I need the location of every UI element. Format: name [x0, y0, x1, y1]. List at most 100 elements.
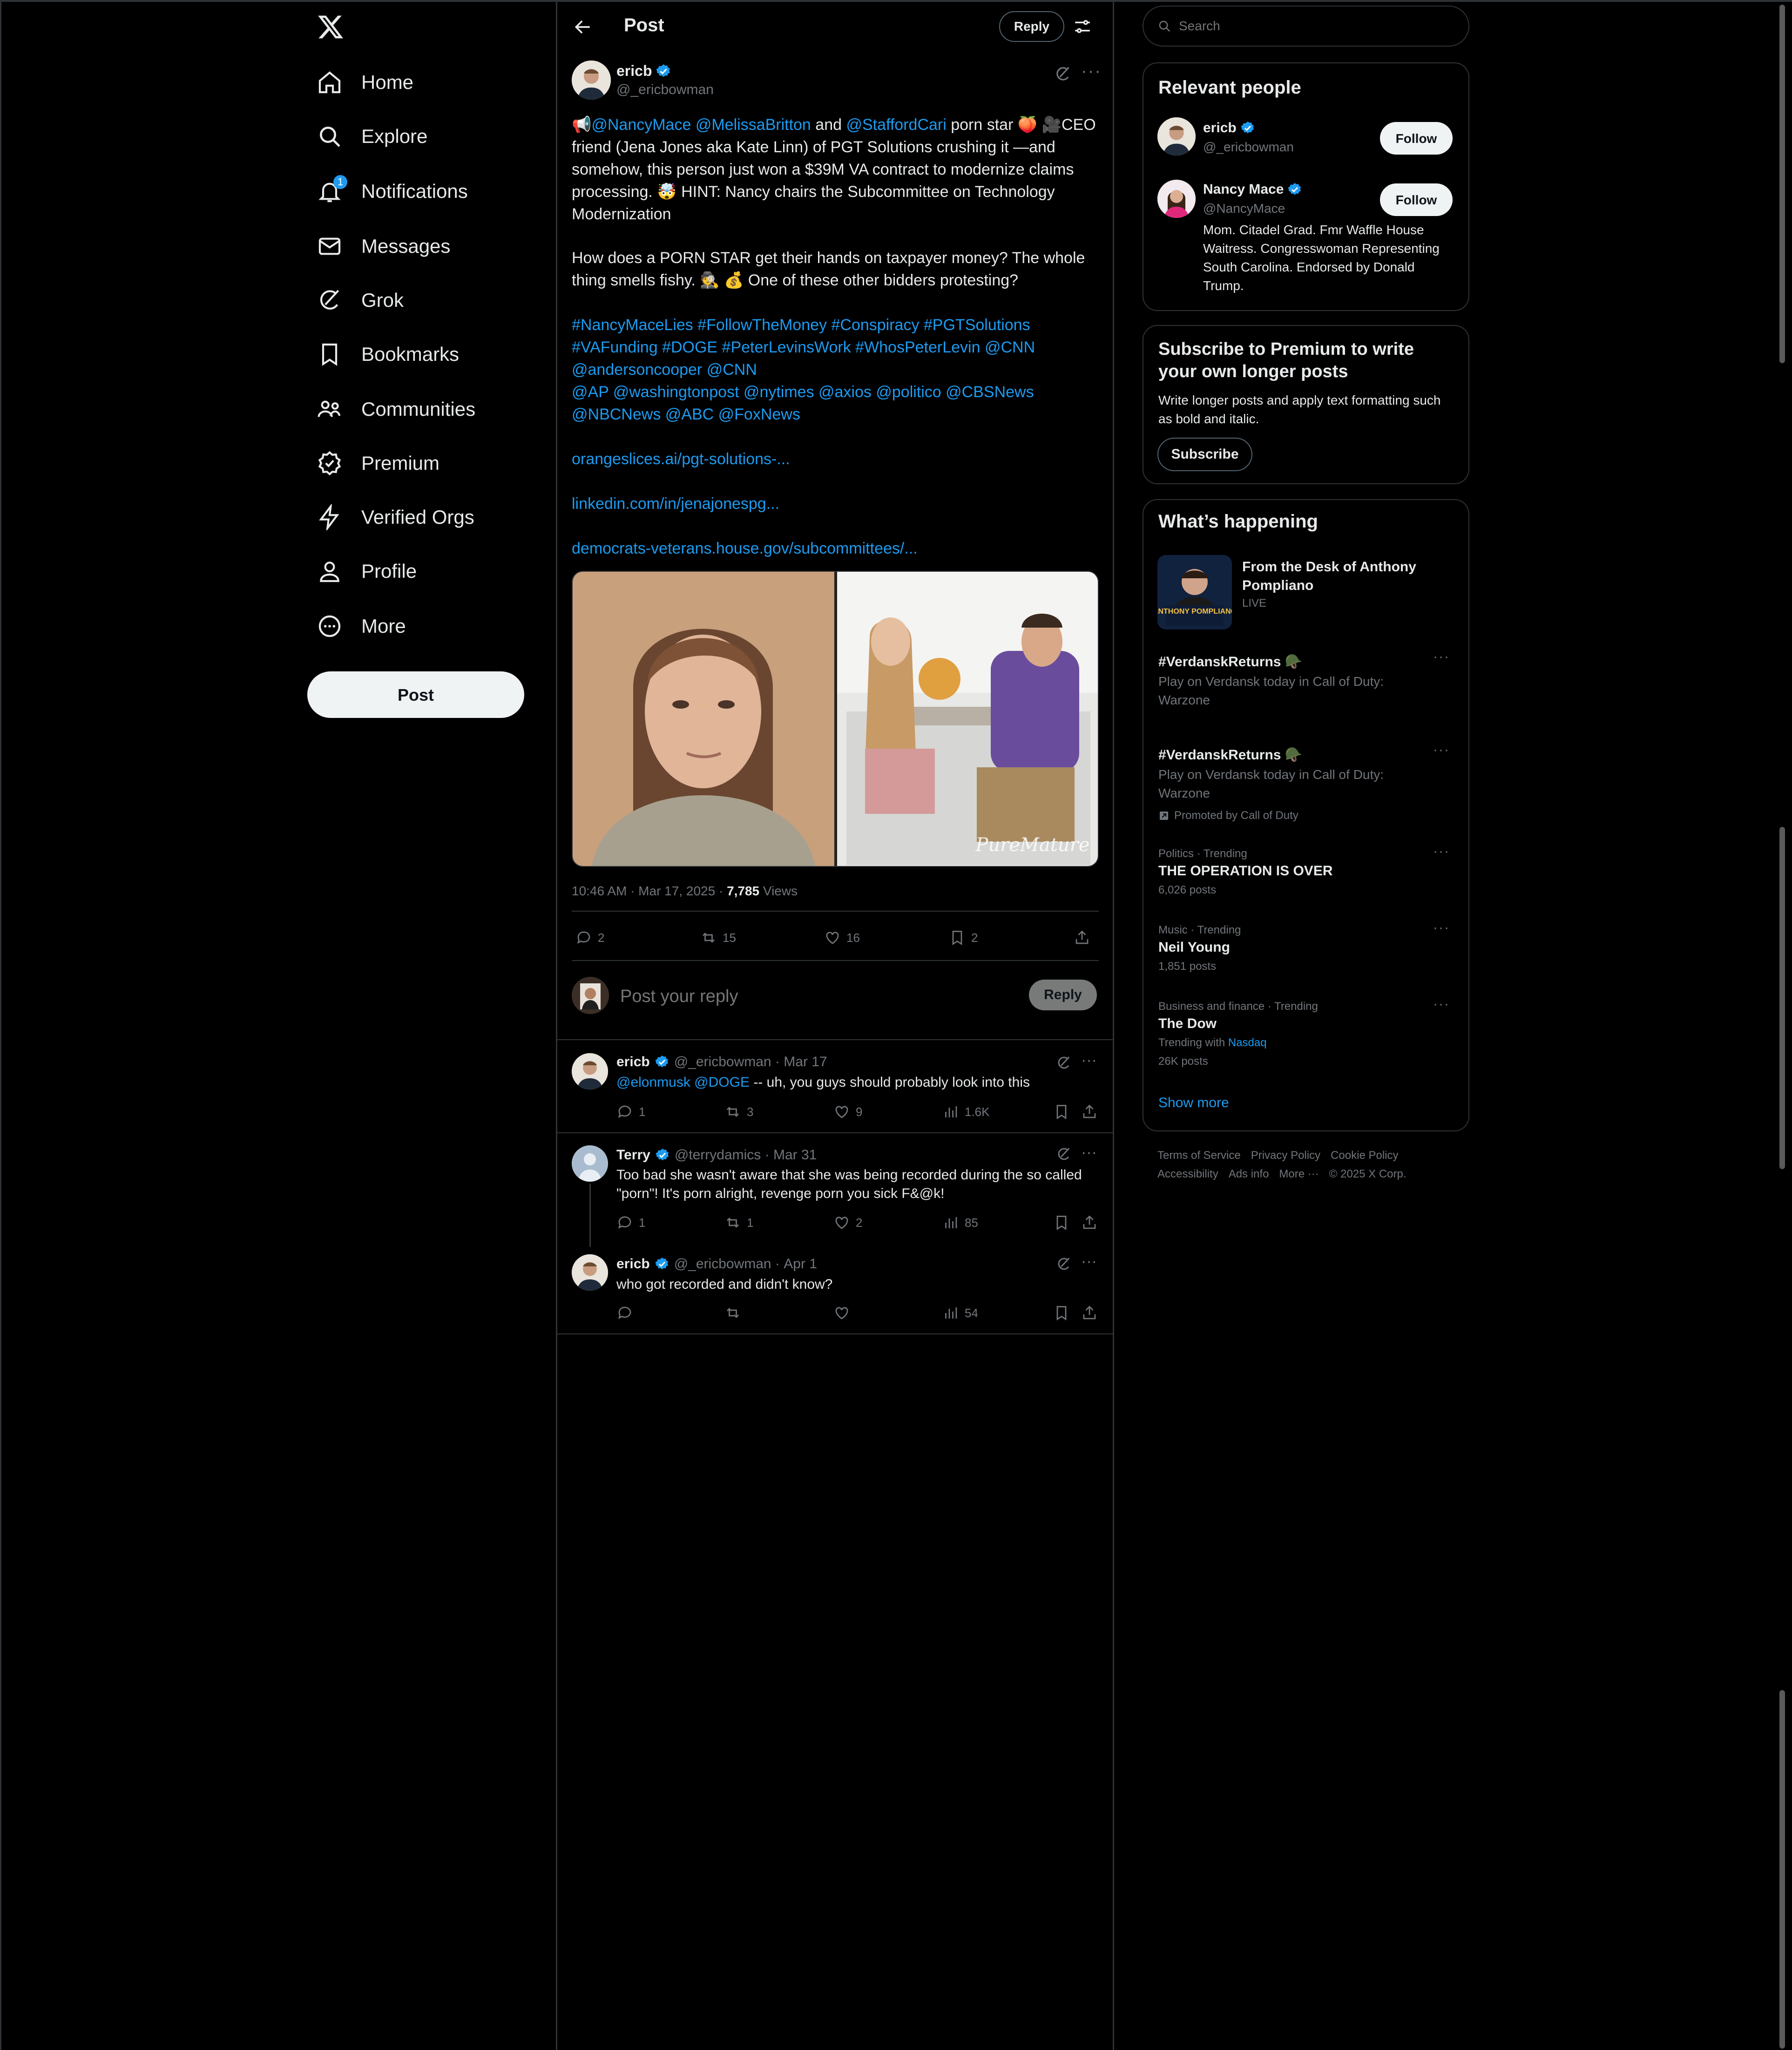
media-image-portrait[interactable]	[573, 572, 834, 866]
search-input[interactable]	[1178, 18, 1450, 34]
hashtag-line[interactable]: #VAFunding #DOGE #PeterLevinsWork #WhosP…	[572, 336, 1112, 359]
reply-time[interactable]: Mar 17	[784, 1054, 827, 1070]
hashtag-line[interactable]: #NancyMaceLies #FollowTheMoney #Conspira…	[572, 314, 1112, 336]
post-button[interactable]: Post	[307, 671, 524, 718]
reply-author-name[interactable]: Terry	[616, 1147, 650, 1163]
post-link-3[interactable]: democrats-veterans.house.gov/subcommitte…	[572, 537, 918, 560]
footer-link[interactable]: Accessibility	[1157, 1168, 1218, 1181]
bookmark-action[interactable]	[1053, 1305, 1075, 1321]
person-name-row[interactable]: Nancy Mace	[1203, 182, 1302, 197]
x-logo[interactable]	[317, 13, 345, 41]
trend-more-button[interactable]: ···	[1433, 742, 1450, 758]
like-action[interactable]: 16	[824, 929, 860, 946]
views-action[interactable]: 85	[942, 1214, 978, 1231]
hashtag-line[interactable]: @andersoncooper @CNN	[572, 359, 1112, 381]
reply-more-button[interactable]: ···	[1081, 1252, 1097, 1271]
repost-action[interactable]: 15	[700, 929, 736, 946]
reply-action[interactable]: 1	[616, 1103, 645, 1120]
trend-more-button[interactable]: ···	[1433, 996, 1450, 1012]
follow-button[interactable]: Follow	[1380, 122, 1453, 155]
person-avatar[interactable]	[1157, 117, 1196, 156]
like-action[interactable]: 2	[833, 1214, 862, 1231]
nav-messages[interactable]: Messages	[317, 221, 450, 272]
post-link-1[interactable]: orangeslices.ai/pgt-solutions-...	[572, 448, 790, 470]
nav-premium[interactable]: Premium	[317, 438, 440, 489]
bookmark-action[interactable]	[1053, 1103, 1075, 1120]
views-action[interactable]: 1.6K	[942, 1103, 990, 1120]
scrollbar-thumb-middle[interactable]	[1779, 827, 1785, 1169]
footer-link[interactable]: Terms of Service	[1157, 1149, 1241, 1162]
share-action[interactable]	[1081, 1214, 1103, 1231]
grok-explain-button[interactable]	[1056, 1256, 1072, 1272]
live-thumbnail[interactable]: ANTHONY POMPLIANO	[1157, 555, 1232, 629]
reply-author-name[interactable]: ericb	[616, 1256, 650, 1272]
trend-more-button[interactable]: ···	[1433, 649, 1450, 665]
grok-explain-button[interactable]	[1056, 1146, 1072, 1162]
nav-grok[interactable]: Grok	[317, 275, 404, 326]
follow-button[interactable]: Follow	[1380, 183, 1453, 216]
trend-with-link[interactable]: Nasdaq	[1228, 1036, 1267, 1049]
footer-link[interactable]: Cookie Policy	[1331, 1149, 1398, 1162]
reply-action[interactable]	[616, 1305, 639, 1321]
settings-button[interactable]	[1073, 17, 1092, 36]
reply-avatar[interactable]	[572, 1254, 608, 1291]
reply-author-name[interactable]: ericb	[616, 1054, 650, 1070]
like-action[interactable]	[833, 1305, 856, 1321]
nav-explore[interactable]: Explore	[317, 111, 427, 162]
post-more-button[interactable]: ···	[1081, 61, 1102, 81]
bookmark-action[interactable]	[1053, 1214, 1075, 1231]
nav-communities[interactable]: Communities	[317, 384, 475, 435]
subscribe-button[interactable]: Subscribe	[1157, 438, 1252, 471]
reply-avatar[interactable]	[572, 1053, 608, 1089]
footer-link[interactable]: Privacy Policy	[1251, 1149, 1320, 1162]
reply-action[interactable]: 2	[575, 929, 604, 946]
post-hashtags[interactable]: #NancyMaceLies #FollowTheMoney #Conspira…	[572, 314, 1112, 426]
nav-verified-orgs[interactable]: Verified Orgs	[317, 492, 474, 543]
author-handle[interactable]: @_ericbowman	[616, 82, 714, 98]
reply-avatar[interactable]	[572, 1145, 608, 1182]
scrollbar-thumb-bottom[interactable]	[1779, 1690, 1785, 2049]
media-image-scene[interactable]: PureMature	[837, 572, 1098, 866]
reply-handle[interactable]: @_ericbowman	[674, 1256, 771, 1272]
share-action[interactable]	[1081, 1305, 1103, 1321]
reply-more-button[interactable]: ···	[1081, 1051, 1097, 1069]
grok-explain-button[interactable]	[1054, 65, 1072, 83]
hashtag-line[interactable]: @AP @washingtonpost @nytimes @axios @pol…	[572, 381, 1112, 403]
my-avatar[interactable]	[572, 977, 609, 1014]
reply-time[interactable]: Mar 31	[773, 1147, 817, 1163]
reply-handle[interactable]: @_ericbowman	[674, 1054, 771, 1070]
reply-handle[interactable]: @terrydamics	[675, 1147, 761, 1163]
share-action[interactable]	[1081, 1103, 1103, 1120]
search-box[interactable]	[1143, 6, 1469, 47]
live-title[interactable]: From the Desk of Anthony Pompliano	[1242, 558, 1461, 595]
show-more-link[interactable]: Show more	[1158, 1095, 1229, 1111]
nav-notifications[interactable]: 1 Notifications	[317, 166, 468, 217]
scrollbar-thumb-top[interactable]	[1779, 5, 1785, 363]
footer-link[interactable]: More ···	[1279, 1168, 1319, 1181]
views-action[interactable]: 54	[942, 1305, 978, 1321]
reply-more-button[interactable]: ···	[1081, 1143, 1097, 1162]
nav-profile[interactable]: Profile	[317, 546, 417, 597]
trend-more-button[interactable]: ···	[1433, 920, 1450, 936]
nav-more[interactable]: More	[317, 601, 406, 652]
reply-input[interactable]	[619, 983, 994, 1009]
person-avatar[interactable]	[1157, 180, 1196, 218]
person-name-row[interactable]: ericb	[1203, 120, 1255, 136]
author-name-row[interactable]: ericb	[616, 62, 671, 80]
nav-bookmarks[interactable]: Bookmarks	[317, 329, 459, 380]
post-timestamp[interactable]: 10:46 AM · Mar 17, 2025 ·	[572, 884, 727, 898]
author-avatar[interactable]	[572, 61, 611, 100]
post-link-2[interactable]: linkedin.com/in/jenajonespg...	[572, 493, 779, 515]
reply-action[interactable]: 1	[616, 1214, 645, 1231]
trend-more-button[interactable]: ···	[1433, 844, 1450, 859]
repost-action[interactable]: 1	[724, 1214, 753, 1231]
reply-time[interactable]: Apr 1	[784, 1256, 817, 1272]
header-reply-button[interactable]: Reply	[999, 11, 1064, 42]
nav-home[interactable]: Home	[317, 57, 413, 108]
back-button[interactable]	[573, 17, 593, 37]
repost-action[interactable]	[724, 1305, 747, 1321]
mention-link[interactable]: @elonmusk @DOGE	[616, 1075, 750, 1090]
share-action[interactable]	[1074, 929, 1096, 946]
like-action[interactable]: 9	[833, 1103, 862, 1120]
grok-explain-button[interactable]	[1056, 1055, 1072, 1071]
